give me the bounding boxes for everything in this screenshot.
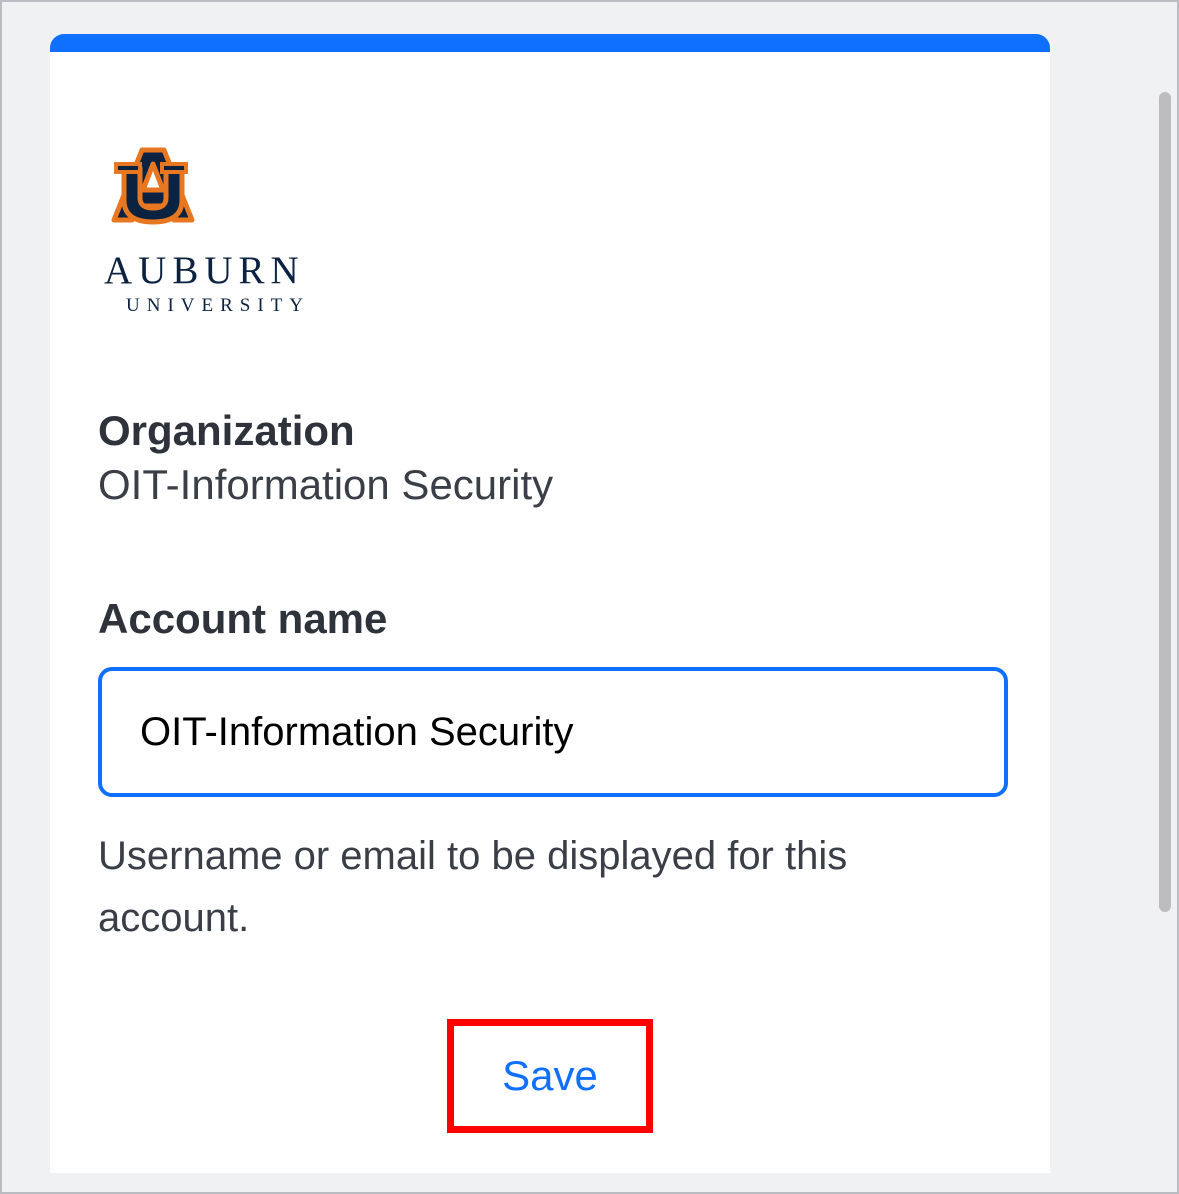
app-frame: AUBURN UNIVERSITY Organization OIT-Infor… bbox=[0, 0, 1179, 1194]
scrollbar[interactable] bbox=[1159, 92, 1171, 912]
actions-row: Save bbox=[98, 1019, 1002, 1133]
account-name-help-text: Username or email to be displayed for th… bbox=[98, 825, 978, 949]
card-content: AUBURN UNIVERSITY Organization OIT-Infor… bbox=[50, 52, 1050, 1173]
organization-logo: AUBURN UNIVERSITY bbox=[104, 142, 1002, 317]
logo-text-main: AUBURN bbox=[104, 248, 1002, 293]
auburn-au-icon bbox=[104, 142, 202, 230]
organization-section: Organization OIT-Information Security bbox=[98, 407, 1002, 509]
account-name-section: Account name Username or email to be dis… bbox=[98, 595, 1002, 949]
organization-label: Organization bbox=[98, 407, 1002, 455]
save-button[interactable]: Save bbox=[447, 1019, 653, 1133]
account-name-input[interactable] bbox=[98, 667, 1008, 797]
card-accent-bar bbox=[50, 34, 1050, 52]
account-name-label: Account name bbox=[98, 595, 1002, 643]
organization-value: OIT-Information Security bbox=[98, 461, 1002, 509]
account-card: AUBURN UNIVERSITY Organization OIT-Infor… bbox=[50, 34, 1050, 1173]
logo-text-sub: UNIVERSITY bbox=[126, 295, 1002, 317]
